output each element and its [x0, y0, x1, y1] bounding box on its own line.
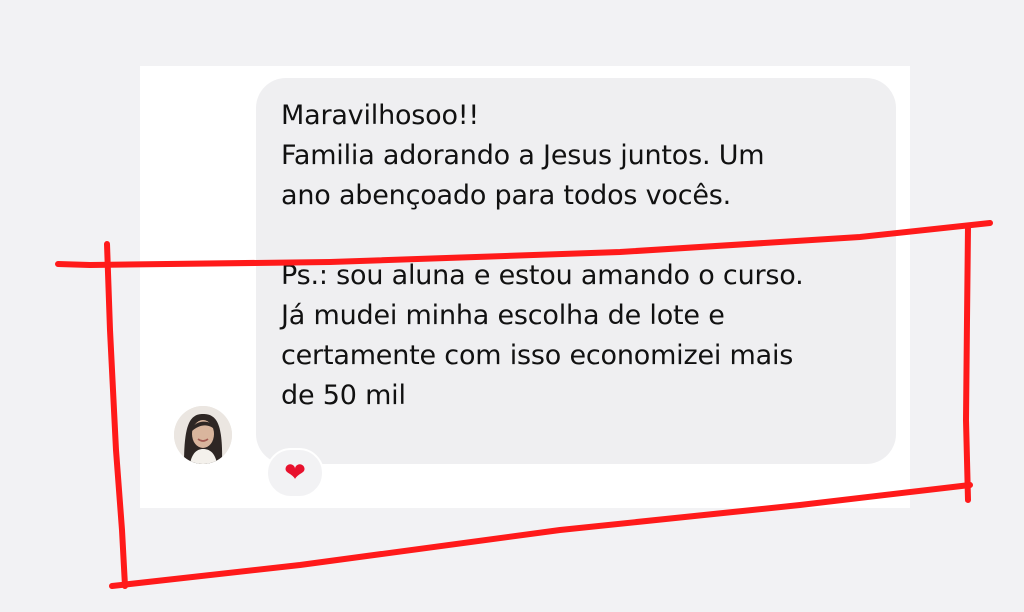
reaction-badge[interactable]: ❤: [266, 448, 324, 498]
message-line: ano abençoado para todos vocês.: [281, 180, 732, 211]
avatar[interactable]: [174, 406, 232, 464]
message-bubble[interactable]: Maravilhosoo!! Familia adorando a Jesus …: [256, 78, 896, 464]
message-line: de 50 mil: [281, 380, 406, 411]
message-line: certamente com isso economizei mais: [281, 340, 794, 371]
annotation-left-line: [104, 241, 128, 589]
message-line: Ps.: sou aluna e estou amando o curso.: [281, 260, 804, 291]
message-line: Maravilhosoo!!: [281, 100, 480, 131]
annotation-right-line: [963, 224, 971, 503]
avatar-image: [174, 406, 232, 464]
heart-icon: ❤: [284, 458, 306, 488]
message-line: Já mudei minha escolha de lote e: [281, 300, 725, 331]
message-line: Familia adorando a Jesus juntos. Um: [281, 140, 765, 171]
